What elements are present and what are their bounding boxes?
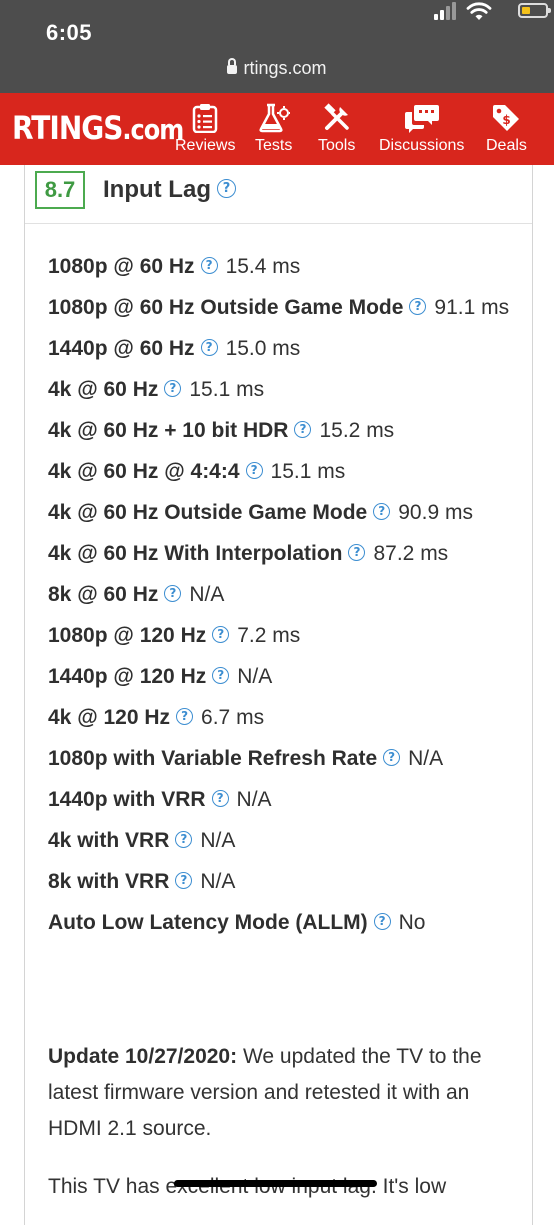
svg-text:$: $ <box>503 113 511 127</box>
nav-tests[interactable]: Tests <box>255 103 292 155</box>
help-icon[interactable]: ? <box>175 871 193 889</box>
result-value: N/A <box>236 788 272 811</box>
help-icon[interactable]: ? <box>175 830 193 848</box>
result-value: 15.1 ms <box>189 378 265 401</box>
site-header: RTINGS.com Reviews Tests Tools Discussio… <box>0 93 554 165</box>
result-row: 4k @ 60 Hz With Interpolation? 87.2 ms <box>48 536 518 572</box>
result-row: 1440p @ 120 Hz? N/A <box>48 659 518 695</box>
help-icon[interactable]: ? <box>164 379 182 397</box>
result-row: Auto Low Latency Mode (ALLM)? No <box>48 905 518 941</box>
result-row: 4k @ 120 Hz? 6.7 ms <box>48 700 518 736</box>
result-label: 1080p @ 120 Hz <box>48 624 207 647</box>
result-row: 4k @ 60 Hz Outside Game Mode? 90.9 ms <box>48 495 518 531</box>
help-icon[interactable]: ? <box>200 256 218 274</box>
result-row: 4k with VRR? N/A <box>48 823 518 859</box>
site-logo[interactable]: RTINGS.com <box>12 109 184 147</box>
update-heading: Update 10/27/2020: <box>48 1045 238 1068</box>
clock: 6:05 <box>46 20 93 45</box>
url-text: rtings.com <box>243 58 327 78</box>
result-label: 4k @ 60 Hz + 10 bit HDR <box>48 419 289 442</box>
divider <box>25 223 532 224</box>
help-icon[interactable]: ? <box>164 584 182 602</box>
result-row: 8k with VRR? N/A <box>48 864 518 900</box>
help-icon[interactable]: ? <box>373 912 391 930</box>
help-icon[interactable]: ? <box>211 789 229 807</box>
tools-icon <box>324 103 349 130</box>
result-label: 1440p @ 60 Hz <box>48 337 195 360</box>
result-value: N/A <box>200 829 236 852</box>
result-label: 4k @ 60 Hz With Interpolation <box>48 542 343 565</box>
result-row: 4k @ 60 Hz? 15.1 ms <box>48 372 518 408</box>
help-icon[interactable]: ? <box>373 502 391 520</box>
result-row: 1080p @ 120 Hz? 7.2 ms <box>48 618 518 654</box>
result-value: 91.1 ms <box>434 296 510 319</box>
nav-reviews[interactable]: Reviews <box>175 103 235 155</box>
wifi-icon <box>466 2 492 20</box>
result-value: 15.2 ms <box>319 419 395 442</box>
result-label: 4k with VRR <box>48 829 170 852</box>
help-icon[interactable]: ? <box>200 338 218 356</box>
help-icon[interactable]: ? <box>176 707 194 725</box>
tag-icon: $ <box>493 105 520 131</box>
result-label: 1080p with Variable Refresh Rate <box>48 747 378 770</box>
result-row: 4k @ 60 Hz + 10 bit HDR? 15.2 ms <box>48 413 518 449</box>
result-row: 8k @ 60 Hz? N/A <box>48 577 518 613</box>
result-label: 4k @ 120 Hz <box>48 706 171 729</box>
result-row: 1440p @ 60 Hz? 15.0 ms <box>48 331 518 367</box>
result-label: 4k @ 60 Hz @ 4:4:4 <box>48 460 240 483</box>
result-label: 8k @ 60 Hz <box>48 583 159 606</box>
nav-tools[interactable]: Tools <box>318 103 355 155</box>
nav-discussions[interactable]: Discussions <box>379 103 464 155</box>
home-indicator <box>174 1180 377 1187</box>
result-label: 4k @ 60 Hz Outside Game Mode <box>48 501 368 524</box>
help-icon[interactable]: ? <box>348 543 366 561</box>
help-icon[interactable]: ? <box>216 179 236 199</box>
result-row: 4k @ 60 Hz @ 4:4:4? 15.1 ms <box>48 454 518 490</box>
clipboard-icon <box>192 104 218 133</box>
help-icon[interactable]: ? <box>383 748 401 766</box>
result-value: 87.2 ms <box>373 542 449 565</box>
result-value: N/A <box>200 870 236 893</box>
result-value: 7.2 ms <box>237 624 301 647</box>
update-note: Update 10/27/2020: We updated the TV to … <box>48 1039 508 1147</box>
result-label: 1080p @ 60 Hz Outside Game Mode <box>48 296 404 319</box>
result-label: 1440p with VRR <box>48 788 206 811</box>
result-label: 4k @ 60 Hz <box>48 378 159 401</box>
chat-icon <box>404 105 439 133</box>
help-icon[interactable]: ? <box>245 461 263 479</box>
results-list: 1080p @ 60 Hz? 15.4 ms 1080p @ 60 Hz Outsi… <box>48 249 518 946</box>
result-value: N/A <box>189 583 225 606</box>
cell-signal-icon <box>434 2 458 20</box>
result-value: 15.0 ms <box>225 337 301 360</box>
result-row: 1080p with Variable Refresh Rate? N/A <box>48 741 518 777</box>
score-badge: 8.7 <box>35 171 85 209</box>
help-icon[interactable]: ? <box>409 297 427 315</box>
result-value: 6.7 ms <box>201 706 265 729</box>
result-label: 8k with VRR <box>48 870 170 893</box>
help-icon[interactable]: ? <box>212 625 230 643</box>
result-value: 90.9 ms <box>398 501 473 524</box>
result-value: 15.4 ms <box>225 255 301 278</box>
nav-deals[interactable]: $ Deals <box>486 103 527 155</box>
result-label: 1440p @ 120 Hz <box>48 665 207 688</box>
battery-icon <box>518 3 551 18</box>
section-title: Input Lag? <box>103 176 244 204</box>
result-value: N/A <box>237 665 273 688</box>
flask-icon <box>259 103 290 133</box>
help-icon[interactable]: ? <box>294 420 312 438</box>
lock-icon <box>227 58 238 74</box>
result-row: 1080p @ 60 Hz Outside Game Mode? 91.1 ms <box>48 290 518 326</box>
help-icon[interactable]: ? <box>212 666 230 684</box>
result-value: No <box>398 911 426 934</box>
result-row: 1440p with VRR? N/A <box>48 782 518 818</box>
url-bar[interactable]: rtings.com <box>0 58 554 79</box>
result-label: Auto Low Latency Mode (ALLM) <box>48 911 368 934</box>
result-label: 1080p @ 60 Hz <box>48 255 195 278</box>
result-row: 1080p @ 60 Hz? 15.4 ms <box>48 249 518 285</box>
input-lag-card: 8.7 Input Lag? 1080p @ 60 Hz? 15.4 ms 1080… <box>24 165 533 1225</box>
result-value: 15.1 ms <box>270 460 346 483</box>
result-value: N/A <box>408 747 444 770</box>
status-bar: 6:05 rtings.com <box>0 0 554 93</box>
